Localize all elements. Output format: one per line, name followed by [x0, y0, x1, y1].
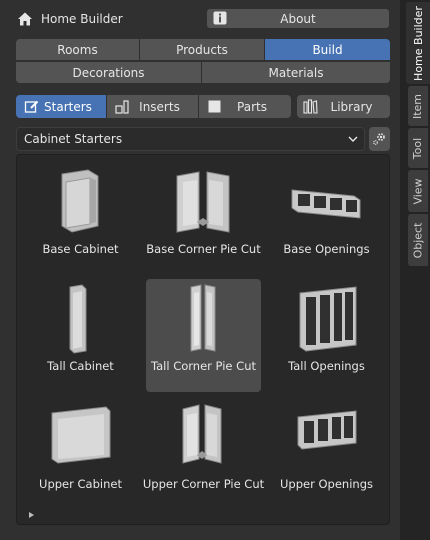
- about-label: About: [280, 11, 316, 26]
- asset-label: Upper Corner Pie Cut: [142, 477, 265, 491]
- dropdown-value: Cabinet Starters: [24, 132, 123, 146]
- tab-rooms[interactable]: Rooms: [16, 39, 140, 60]
- tall-openings-thumbnail: [299, 286, 357, 352]
- sidebar-tab-label: Tool: [411, 137, 425, 159]
- library-icon: [303, 99, 318, 114]
- tall-cabinet-thumbnail: [69, 284, 87, 354]
- expand-arrow-icon[interactable]: [29, 512, 34, 518]
- secondary-tabs: Decorations Materials: [16, 62, 390, 83]
- asset-label: Tall Corner Pie Cut: [151, 359, 256, 373]
- library-button[interactable]: Library: [297, 95, 390, 118]
- sidebar-tab-label: Item: [411, 93, 425, 119]
- tab-decorations[interactable]: Decorations: [16, 62, 202, 83]
- tab-label: Decorations: [72, 65, 145, 80]
- asset-label: Tall Cabinet: [47, 359, 114, 373]
- upper-corner-pie-cut-thumbnail: [182, 404, 222, 464]
- asset-label: Tall Openings: [288, 359, 365, 373]
- asset-label: Upper Openings: [280, 477, 373, 491]
- tall-corner-pie-cut-thumbnail: [190, 284, 216, 352]
- pencil-icon: [24, 100, 39, 113]
- info-icon: [213, 11, 227, 25]
- asset-grid: Base Cabinet Base Corner Pie Cut Base Op…: [16, 154, 390, 525]
- sidebar-tab-object[interactable]: Object: [408, 214, 428, 266]
- category-label: Inserts: [139, 99, 180, 114]
- gear-icon: [373, 133, 385, 145]
- tab-label: Products: [176, 42, 228, 57]
- sidebar-tab-item[interactable]: Item: [408, 86, 428, 126]
- category-starters[interactable]: Starters: [16, 95, 107, 118]
- upper-cabinet-thumbnail: [51, 406, 111, 464]
- main-tabs: Rooms Products Build: [16, 39, 390, 60]
- asset-label: Base Openings: [283, 242, 370, 256]
- chevron-down-icon: [348, 136, 358, 142]
- tab-materials[interactable]: Materials: [202, 62, 390, 83]
- tab-products[interactable]: Products: [140, 39, 265, 60]
- base-corner-pie-cut-thumbnail: [176, 171, 230, 233]
- sidebar-tab-label: View: [411, 177, 425, 205]
- home-builder-panel: Home Builder About Rooms Products Build …: [0, 0, 400, 540]
- asset-upper-cabinet[interactable]: Upper Cabinet: [23, 397, 138, 510]
- base-cabinet-thumbnail: [61, 169, 99, 233]
- square-icon: [208, 100, 221, 113]
- panel-title: Home Builder: [41, 12, 123, 26]
- category-label: Parts: [237, 99, 267, 114]
- asset-base-corner-pie-cut[interactable]: Base Corner Pie Cut: [146, 162, 261, 275]
- upper-openings-thumbnail: [297, 410, 357, 450]
- asset-label: Upper Cabinet: [39, 477, 122, 491]
- home-icon: [18, 12, 32, 26]
- panel-header: Home Builder About: [12, 8, 392, 30]
- category-parts[interactable]: Parts: [199, 95, 291, 118]
- asset-upper-openings[interactable]: Upper Openings: [269, 397, 384, 510]
- sidebar-tab-tool[interactable]: Tool: [408, 128, 428, 168]
- category-inserts[interactable]: Inserts: [107, 95, 199, 118]
- library-label: Library: [330, 99, 373, 114]
- sidebar-tab-label: Object: [411, 222, 425, 258]
- asset-base-cabinet[interactable]: Base Cabinet: [23, 162, 138, 275]
- sidebar-tabs: Home Builder Item Tool View Object: [400, 0, 430, 540]
- asset-base-openings[interactable]: Base Openings: [269, 162, 384, 275]
- settings-button[interactable]: [369, 127, 390, 151]
- insert-icon: [115, 100, 129, 114]
- about-button[interactable]: About: [207, 9, 389, 28]
- category-tabs: Starters Inserts Parts: [16, 95, 291, 118]
- base-openings-thumbnail: [291, 189, 361, 219]
- tab-label: Materials: [268, 65, 324, 80]
- sidebar-tab-label: Home Builder: [411, 5, 425, 81]
- sidebar-tab-view[interactable]: View: [408, 170, 428, 212]
- asset-tall-corner-pie-cut[interactable]: Tall Corner Pie Cut: [146, 279, 261, 392]
- tab-label: Rooms: [57, 42, 98, 57]
- tab-build[interactable]: Build: [265, 39, 390, 60]
- asset-label: Base Corner Pie Cut: [146, 242, 261, 256]
- tab-label: Build: [312, 42, 343, 57]
- cabinet-category-dropdown[interactable]: Cabinet Starters: [16, 127, 365, 151]
- asset-tall-cabinet[interactable]: Tall Cabinet: [23, 279, 138, 392]
- category-label: Starters: [44, 99, 92, 114]
- asset-tall-openings[interactable]: Tall Openings: [269, 279, 384, 392]
- sidebar-tab-home-builder[interactable]: Home Builder: [406, 2, 430, 84]
- asset-label: Base Cabinet: [42, 242, 119, 256]
- asset-upper-corner-pie-cut[interactable]: Upper Corner Pie Cut: [143, 397, 264, 510]
